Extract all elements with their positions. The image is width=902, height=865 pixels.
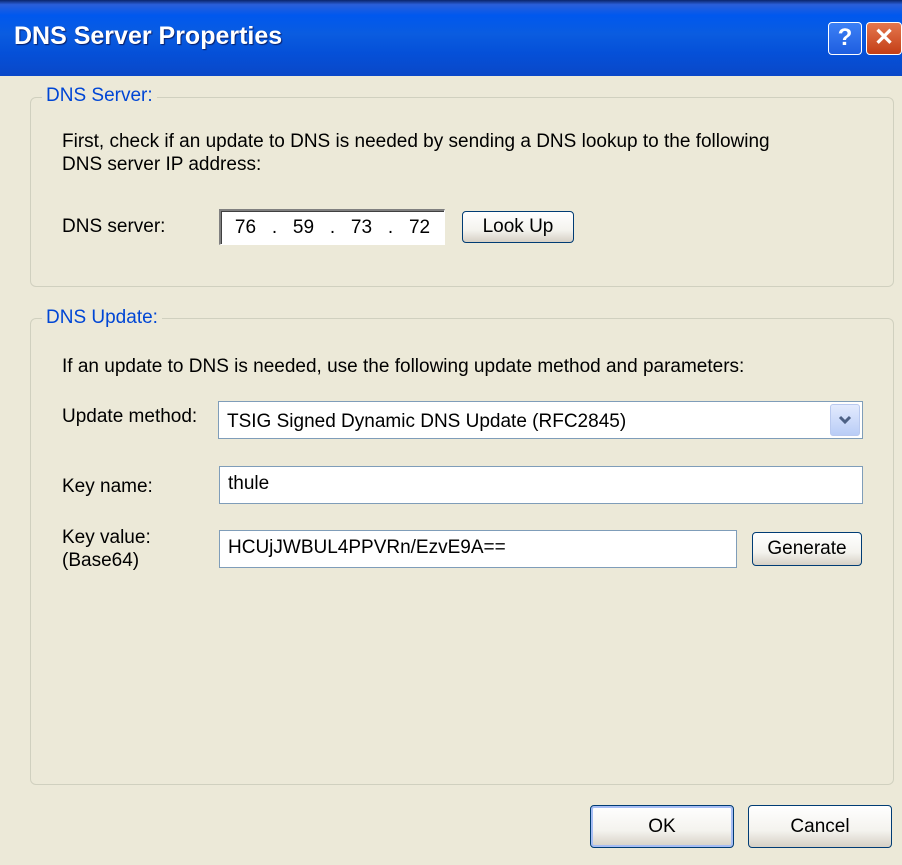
window-title: DNS Server Properties [14,22,283,50]
ip-octet-1[interactable]: 76 [235,217,256,239]
look-up-button[interactable]: Look Up [462,211,574,243]
help-icon: ? [837,24,853,51]
key-value-label-line2: (Base64) [62,550,140,571]
ip-separator: . [387,216,394,238]
dns-server-description-line1: First, check if an update to DNS is need… [62,131,770,152]
key-name-input[interactable]: thule [219,466,863,504]
chevron-down-icon [838,415,852,425]
key-name-label: Key name: [62,476,153,497]
dropdown-button[interactable] [830,404,860,436]
dns-server-group [30,97,894,287]
ip-separator: . [329,216,336,238]
dns-server-description-line2: DNS server IP address: [62,154,262,175]
ip-octet-3[interactable]: 73 [351,217,372,239]
help-button[interactable]: ? [828,22,862,55]
update-method-label: Update method: [62,406,198,427]
dns-update-description: If an update to DNS is needed, use the f… [62,356,745,377]
dns-server-ip-input[interactable]: 76 . 59 . 73 . 72 [219,209,445,245]
dns-server-label: DNS server: [62,216,166,237]
dns-server-legend: DNS Server: [42,85,157,107]
ip-octet-4[interactable]: 72 [409,217,430,239]
update-method-select[interactable]: TSIG Signed Dynamic DNS Update (RFC2845) [218,401,863,439]
update-method-value: TSIG Signed Dynamic DNS Update (RFC2845) [227,411,627,432]
dns-update-legend: DNS Update: [42,307,162,329]
key-value-label-line1: Key value: [62,527,151,548]
title-bar[interactable]: DNS Server Properties ? ✕ [0,0,902,76]
ip-octet-2[interactable]: 59 [293,217,314,239]
generate-button[interactable]: Generate [752,532,862,566]
cancel-button[interactable]: Cancel [748,805,892,848]
close-button[interactable]: ✕ [866,22,902,55]
close-icon: ✕ [873,24,895,51]
ok-button[interactable]: OK [590,805,734,848]
key-value-input[interactable]: HCUjJWBUL4PPVRn/EzvE9A== [219,530,737,568]
ip-separator: . [271,216,278,238]
